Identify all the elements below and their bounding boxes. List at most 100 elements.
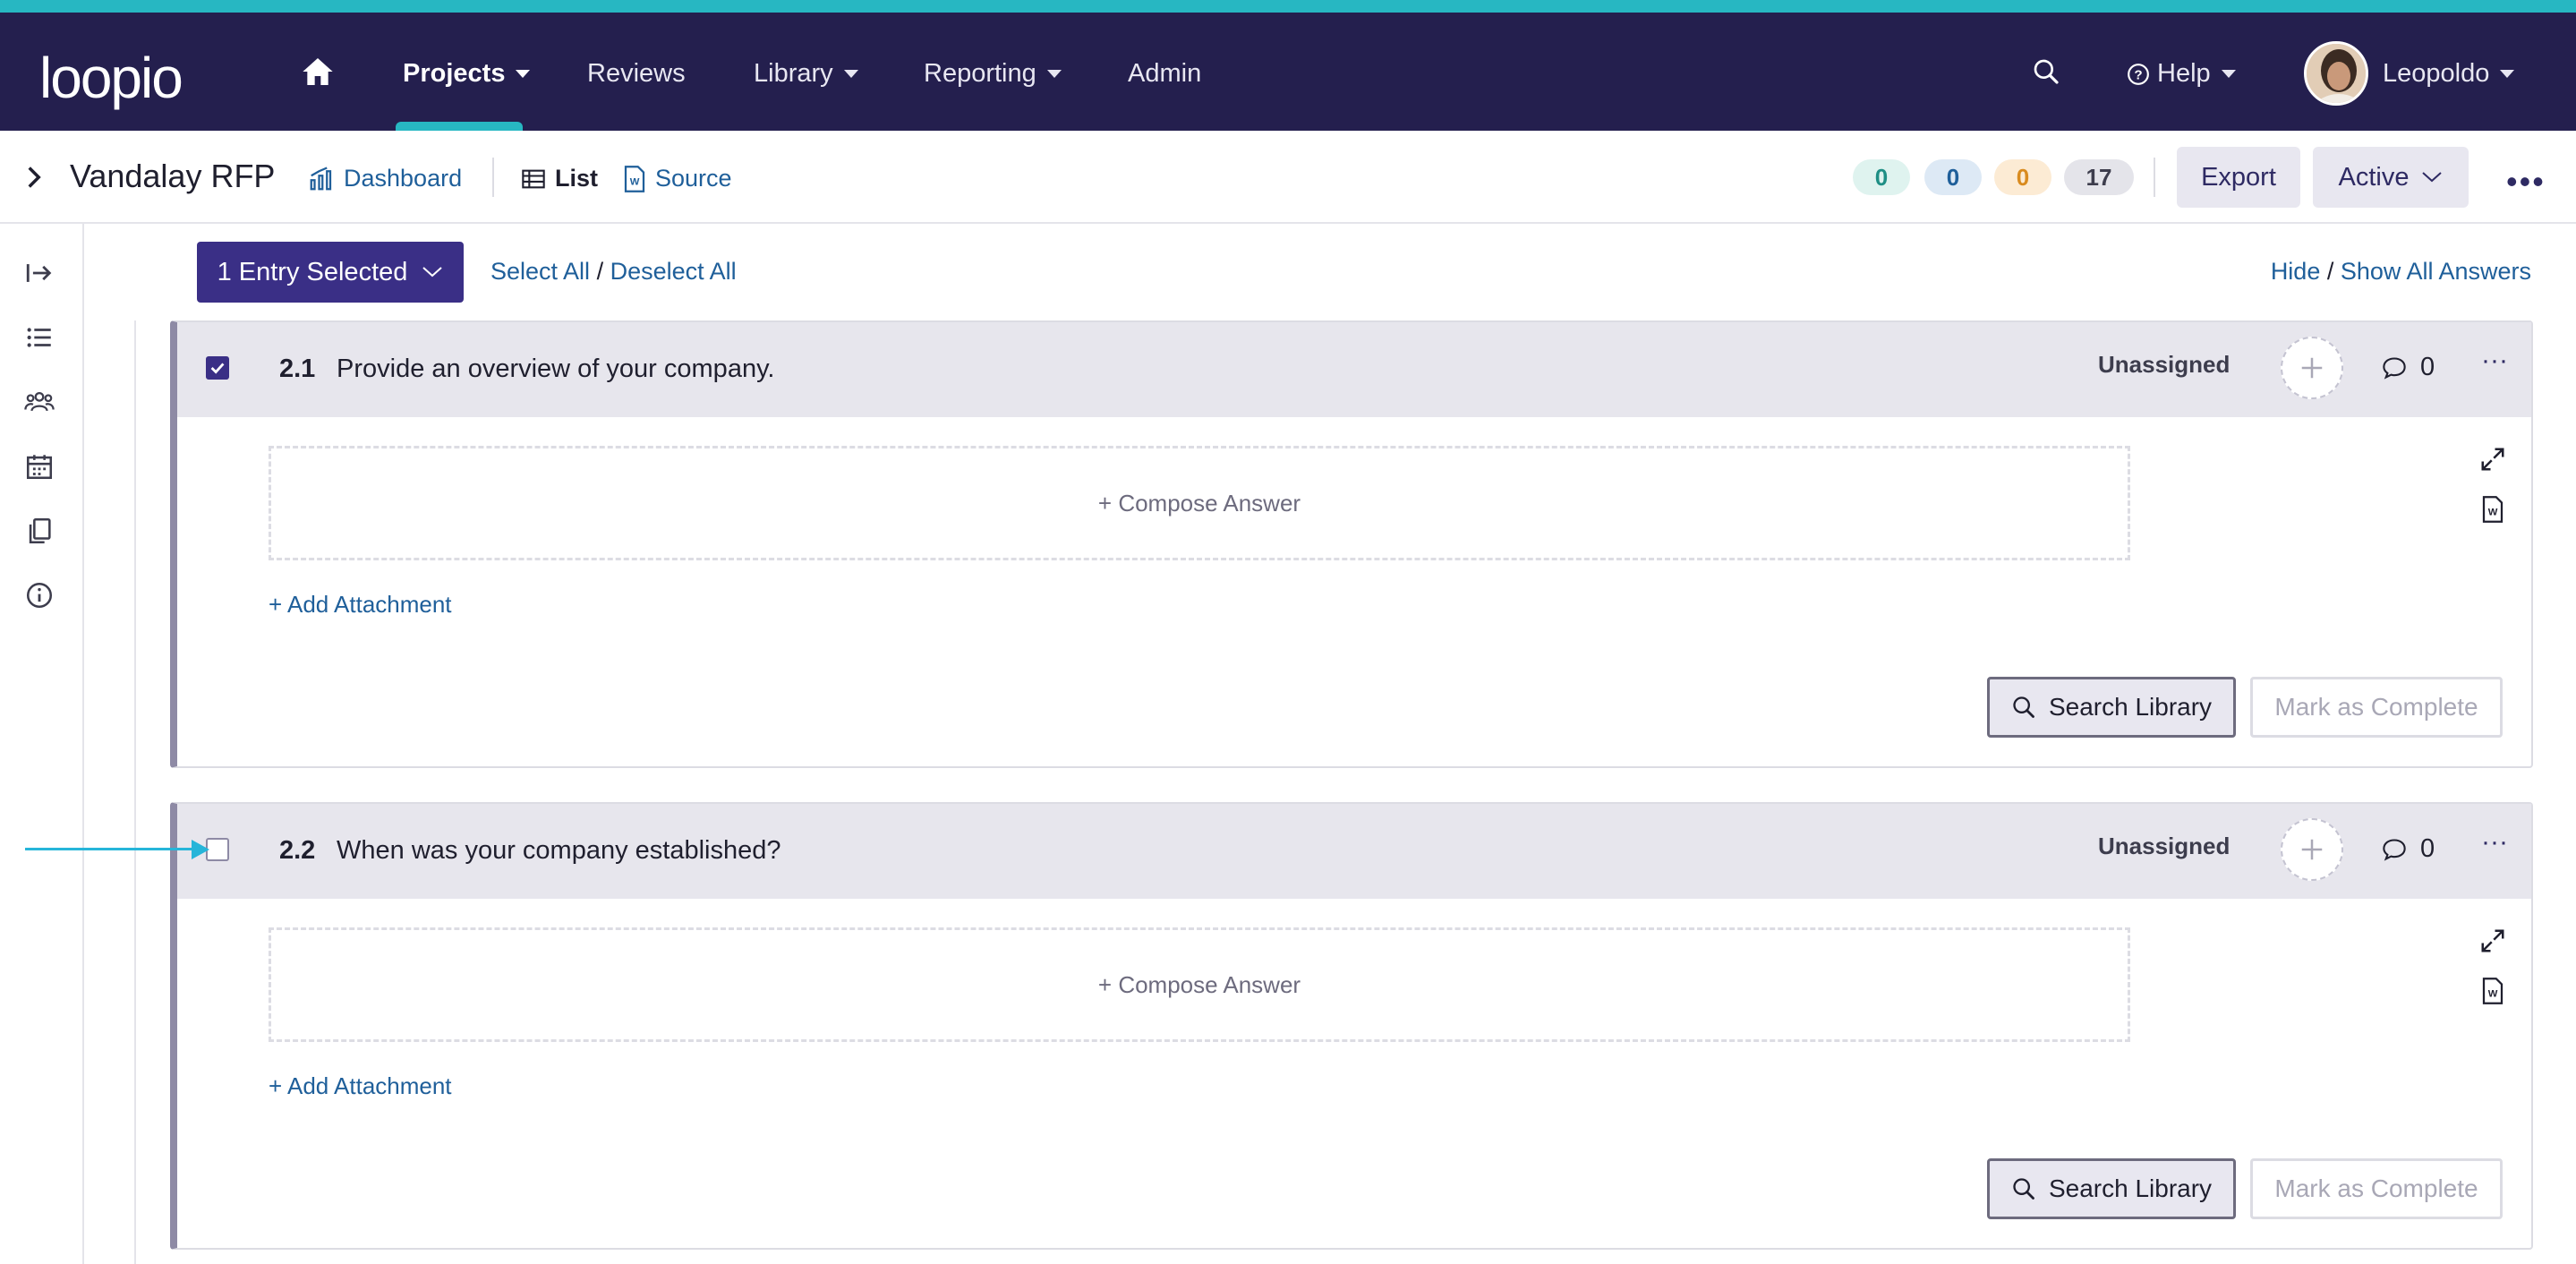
- chevron-right-icon[interactable]: [25, 165, 43, 190]
- select-separator: /: [596, 258, 604, 285]
- export-button[interactable]: Export: [2177, 147, 2300, 208]
- entry-checkbox[interactable]: [206, 356, 229, 380]
- add-attachment-link[interactable]: + Add Attachment: [269, 591, 452, 619]
- status-count-badge: 0: [1924, 159, 1982, 195]
- list-icon[interactable]: [24, 322, 55, 353]
- entry-more-icon[interactable]: ···: [2481, 827, 2508, 858]
- search-library-button[interactable]: Search Library: [1987, 677, 2236, 738]
- search-icon: [2013, 696, 2034, 718]
- project-status-label: Active: [2338, 162, 2410, 192]
- expand-icon[interactable]: [2479, 446, 2506, 473]
- loopio-logo[interactable]: loopio: [39, 45, 183, 111]
- calendar-icon[interactable]: [24, 451, 55, 482]
- nav-library[interactable]: Library: [754, 59, 858, 89]
- checkmark-icon: [210, 363, 225, 374]
- nav-projects-label: Projects: [403, 59, 506, 88]
- project-header: Vandalay RFP Dashboard List W Source 0 0…: [0, 131, 2576, 224]
- mark-complete-button[interactable]: Mark as Complete: [2250, 1158, 2503, 1219]
- svg-text:W: W: [2488, 988, 2498, 999]
- nav-projects[interactable]: Projects: [403, 59, 531, 89]
- content-gutter: [84, 320, 136, 1264]
- assignee-label[interactable]: Unassigned: [2098, 351, 2230, 379]
- top-accent-bar: [0, 0, 2576, 13]
- status-count-badge: 0: [1994, 159, 2051, 195]
- compose-answer-area[interactable]: + Compose Answer: [269, 927, 2130, 1042]
- question-text[interactable]: Provide an overview of your company.: [337, 354, 774, 384]
- svg-text:W: W: [2488, 507, 2498, 517]
- help-label: Help: [2157, 59, 2211, 88]
- answers-separator: /: [2326, 258, 2334, 285]
- compose-answer-area[interactable]: + Compose Answer: [269, 446, 2130, 560]
- nav-reviews-label: Reviews: [587, 59, 686, 88]
- assignee-label[interactable]: Unassigned: [2098, 833, 2230, 860]
- caret-down-icon: [1046, 70, 1062, 78]
- nav-reviews[interactable]: Reviews: [587, 59, 686, 89]
- comment-icon: [2383, 838, 2406, 861]
- help-circle-icon: ?: [2128, 63, 2149, 85]
- avatar-portrait: [2307, 44, 2366, 103]
- add-assignee-button[interactable]: [2281, 337, 2343, 399]
- left-tool-rail: [0, 224, 84, 1264]
- plus-icon: [2301, 357, 2323, 379]
- user-name: Leopoldo: [2383, 59, 2490, 88]
- nav-reporting[interactable]: Reporting: [924, 59, 1062, 89]
- caret-down-icon: [2221, 70, 2236, 78]
- project-title: Vandalay RFP: [70, 158, 276, 194]
- more-options-icon[interactable]: •••: [2506, 163, 2546, 201]
- view-source-link[interactable]: W Source: [623, 165, 732, 192]
- info-icon[interactable]: [24, 580, 55, 611]
- show-all-answers-link[interactable]: Show All Answers: [2341, 258, 2531, 285]
- comment-count: 0: [2420, 834, 2435, 863]
- chart-icon: [310, 166, 332, 190]
- entry-more-icon[interactable]: ···: [2481, 346, 2508, 376]
- chevron-down-icon: [422, 267, 443, 278]
- home-icon[interactable]: [299, 54, 337, 90]
- top-navbar: loopio Projects Reviews Library Reportin…: [0, 13, 2576, 131]
- select-links: Select All / Deselect All: [490, 258, 737, 286]
- select-all-link[interactable]: Select All: [490, 258, 590, 285]
- answer-visibility-links: Hide / Show All Answers: [2271, 258, 2531, 286]
- question-number: 2.1: [279, 354, 316, 383]
- users-icon[interactable]: [24, 387, 55, 417]
- view-dashboard-link[interactable]: Dashboard: [308, 165, 462, 192]
- nav-admin[interactable]: Admin: [1128, 59, 1201, 89]
- entry-header: 2.2 When was your company established? U…: [177, 804, 2531, 899]
- table-icon: [522, 169, 545, 188]
- entries-selected-dropdown[interactable]: 1 Entry Selected: [197, 242, 464, 303]
- add-assignee-button[interactable]: [2281, 818, 2343, 881]
- comment-icon: [2383, 356, 2406, 380]
- word-doc-icon: W: [624, 165, 645, 192]
- chevron-down-icon: [2422, 172, 2443, 183]
- user-avatar[interactable]: [2304, 41, 2368, 106]
- user-menu[interactable]: Leopoldo: [2383, 59, 2515, 89]
- search-library-button[interactable]: Search Library: [1987, 1158, 2236, 1219]
- word-doc-icon[interactable]: W: [2479, 496, 2506, 523]
- expand-panel-icon[interactable]: [24, 258, 55, 288]
- list-label: List: [555, 165, 599, 192]
- selection-toolbar: 1 Entry Selected Select All / Deselect A…: [84, 224, 2576, 320]
- copy-icon[interactable]: [24, 516, 55, 546]
- help-menu[interactable]: ? Help: [2127, 59, 2236, 89]
- caret-down-icon: [843, 70, 858, 78]
- caret-down-icon: [516, 70, 531, 78]
- question-text[interactable]: When was your company established?: [337, 836, 780, 866]
- search-icon[interactable]: [2032, 57, 2060, 86]
- svg-text:?: ?: [2134, 67, 2142, 82]
- comment-count: 0: [2420, 353, 2435, 381]
- word-doc-icon[interactable]: W: [2479, 978, 2506, 1004]
- expand-icon[interactable]: [2479, 927, 2506, 954]
- comments-button[interactable]: 0: [2381, 834, 2435, 864]
- header-divider: [2154, 158, 2155, 197]
- hide-answers-link[interactable]: Hide: [2271, 258, 2321, 285]
- nav-admin-label: Admin: [1128, 59, 1202, 88]
- project-status-dropdown[interactable]: Active: [2313, 147, 2469, 208]
- search-icon: [2013, 1178, 2034, 1200]
- add-attachment-link[interactable]: + Add Attachment: [269, 1072, 452, 1100]
- view-list-link[interactable]: List: [521, 165, 598, 192]
- comments-button[interactable]: 0: [2381, 353, 2435, 382]
- pointer-arrow-head: [192, 840, 209, 859]
- mark-complete-button[interactable]: Mark as Complete: [2250, 677, 2503, 738]
- deselect-all-link[interactable]: Deselect All: [610, 258, 737, 285]
- source-label: Source: [655, 165, 732, 192]
- header-divider: [492, 158, 494, 197]
